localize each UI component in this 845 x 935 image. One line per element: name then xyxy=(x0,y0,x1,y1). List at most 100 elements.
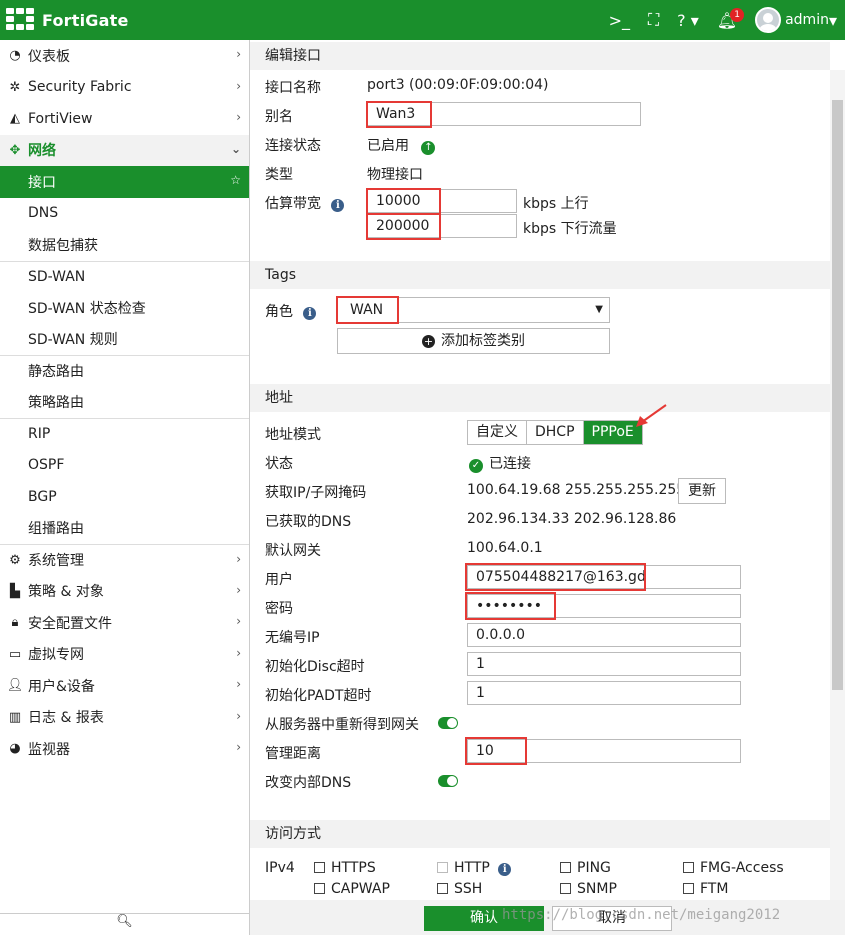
sidebar-item-log-report[interactable]: ▥ 日志 & 报表 › xyxy=(0,702,249,734)
star-icon[interactable]: ☆ xyxy=(230,173,241,187)
highlight-box xyxy=(465,592,556,620)
fortigate-logo[interactable]: FortiGate xyxy=(6,8,129,32)
access-capwap[interactable]: CAPWAP xyxy=(314,881,390,897)
refresh-button[interactable]: 更新 xyxy=(678,478,726,504)
vpn-icon: ▭ xyxy=(8,646,22,662)
access-label: HTTPS xyxy=(331,860,376,876)
sidebar-item-label: 组播路由 xyxy=(28,521,84,538)
mode-manual-button[interactable]: 自定义 xyxy=(468,421,527,444)
sidebar-item-label: SD-WAN 规则 xyxy=(28,332,118,349)
user-avatar-icon xyxy=(755,7,782,33)
dns-value: 202.96.134.33 202.96.128.86 xyxy=(467,511,677,527)
sidebar-search[interactable]: 🔍︎ xyxy=(0,913,249,935)
sidebar-item-system[interactable]: ⚙ 系统管理 › xyxy=(0,544,249,576)
add-tag-category-button[interactable]: + 添加标签类别 xyxy=(337,328,610,354)
bandwidth-label-text: 估算带宽 xyxy=(265,196,321,212)
sidebar-item-policy-routes[interactable]: 策略路由 xyxy=(0,387,249,419)
sidebar-item-multicast[interactable]: 组播路由 xyxy=(0,513,249,545)
sidebar-item-label: 数据包捕获 xyxy=(28,237,98,254)
sidebar-item-ospf[interactable]: OSPF xyxy=(0,450,249,482)
gear-icon: ⚙ xyxy=(9,552,21,568)
sidebar-item-sd-wan-status-check[interactable]: SD-WAN 状态检查 xyxy=(0,292,249,324)
bell-icon[interactable]: 🔔︎ 1 xyxy=(717,7,745,30)
user-menu[interactable]: admin ▾ xyxy=(755,7,837,33)
scrollbar[interactable] xyxy=(830,70,845,900)
checkbox[interactable] xyxy=(314,883,325,894)
checkbox[interactable] xyxy=(560,883,571,894)
fullscreen-icon[interactable]: ⛶ xyxy=(648,10,659,30)
sidebar-item-static-routes[interactable]: 静态路由 xyxy=(0,355,249,387)
checkbox[interactable] xyxy=(437,883,448,894)
sidebar-item-interfaces[interactable]: 接口 ☆ xyxy=(0,166,249,198)
monitor-icon: ◕ xyxy=(9,741,21,757)
log-icon: ▥ xyxy=(8,709,22,725)
sidebar-item-label: 接口 xyxy=(28,174,56,191)
sidebar-item-monitor[interactable]: ◕ 监视器 › xyxy=(0,733,249,765)
checkbox[interactable] xyxy=(437,862,448,873)
policy-icon: ▙ xyxy=(10,583,20,599)
arrow-up-icon: ↑ xyxy=(421,141,436,155)
sidebar-item-packet-capture[interactable]: 数据包捕获 xyxy=(0,229,249,261)
sidebar-item-policy-objects[interactable]: ▙ 策略 & 对象 › xyxy=(0,576,249,608)
padt-timeout-input[interactable]: 1 xyxy=(467,681,741,705)
access-snmp[interactable]: SNMP xyxy=(560,881,617,897)
sidebar-item-fortiview[interactable]: ◭ FortiView › xyxy=(0,103,249,135)
sidebar-item-dashboard[interactable]: ◔ 仪表板 › xyxy=(0,40,249,72)
chevron-right-icon: › xyxy=(236,708,241,723)
sidebar-item-user-device[interactable]: 👤︎ 用户&设备 › xyxy=(0,670,249,702)
link-status-value: 已启用 ↑ xyxy=(367,135,436,155)
access-fmg[interactable]: FMG-Access xyxy=(683,860,784,876)
info-icon[interactable]: i xyxy=(303,307,317,320)
scrollbar-thumb[interactable] xyxy=(832,100,843,690)
status-label: 状态 xyxy=(265,456,293,472)
terminal-icon[interactable]: >_ xyxy=(609,11,630,30)
help-icon[interactable]: ? ▾ xyxy=(677,11,699,30)
override-dns-toggle[interactable] xyxy=(438,775,458,787)
highlight-box xyxy=(366,101,432,128)
chart-icon: ◭ xyxy=(10,111,20,127)
access-http[interactable]: HTTP i xyxy=(437,860,512,876)
logo-text: FortiGate xyxy=(42,10,129,30)
access-ssh[interactable]: SSH xyxy=(437,881,482,897)
sidebar-item-security-profiles[interactable]: 🔒︎ 安全配置文件 › xyxy=(0,607,249,639)
highlight-box xyxy=(465,563,646,591)
checkbox[interactable] xyxy=(560,862,571,873)
access-ping[interactable]: PING xyxy=(560,860,611,876)
highlight-box xyxy=(465,737,527,765)
retrieve-gateway-toggle[interactable] xyxy=(438,717,458,729)
sidebar-item-label: OSPF xyxy=(28,457,65,474)
access-label: FTM xyxy=(700,881,729,897)
access-ftm[interactable]: FTM xyxy=(683,881,728,897)
sidebar-item-label: 虚拟专网 xyxy=(28,647,84,664)
user-icon: 👤︎ xyxy=(6,678,24,694)
access-label: HTTP xyxy=(454,860,490,876)
sidebar-item-security-fabric[interactable]: ✲ Security Fabric › xyxy=(0,72,249,104)
unnumbered-ip-input[interactable]: 0.0.0.0 xyxy=(467,623,741,647)
padt-timeout-label: 初始化PADT超时 xyxy=(265,688,372,704)
dashboard-icon: ◔ xyxy=(9,48,21,64)
sidebar-item-sd-wan-rules[interactable]: SD-WAN 规则 xyxy=(0,324,249,356)
info-icon[interactable]: i xyxy=(498,863,512,876)
sidebar-item-network[interactable]: ✥ 网络 ⌄ xyxy=(0,134,249,166)
sidebar-item-bgp[interactable]: BGP xyxy=(0,481,249,513)
mode-dhcp-button[interactable]: DHCP xyxy=(527,421,584,444)
sidebar-item-dns[interactable]: DNS xyxy=(0,198,249,230)
sidebar-item-sd-wan[interactable]: SD-WAN xyxy=(0,260,249,293)
alias-label: 别名 xyxy=(265,109,293,125)
disc-timeout-input[interactable]: 1 xyxy=(467,652,741,676)
sidebar-item-label: SD-WAN 状态检查 xyxy=(28,300,146,317)
checkbox[interactable] xyxy=(314,862,325,873)
sidebar-item-label: 网络 xyxy=(28,143,56,160)
checkbox[interactable] xyxy=(683,883,694,894)
username: admin xyxy=(785,12,829,28)
sidebar-item-label: RIP xyxy=(28,426,51,443)
ip-mask-value: 100.64.19.68 255.255.255.255 xyxy=(467,482,686,498)
access-https[interactable]: HTTPS xyxy=(314,860,376,876)
chevron-right-icon: › xyxy=(236,110,241,124)
username-label: 用户 xyxy=(265,572,293,588)
top-icons: >_ ⛶ ? ▾ 🔔︎ 1 admin ▾ xyxy=(609,0,837,40)
checkbox[interactable] xyxy=(683,862,694,873)
info-icon[interactable]: i xyxy=(331,199,345,212)
sidebar-item-vpn[interactable]: ▭ 虚拟专网 › xyxy=(0,639,249,671)
sidebar-item-rip[interactable]: RIP xyxy=(0,418,249,450)
